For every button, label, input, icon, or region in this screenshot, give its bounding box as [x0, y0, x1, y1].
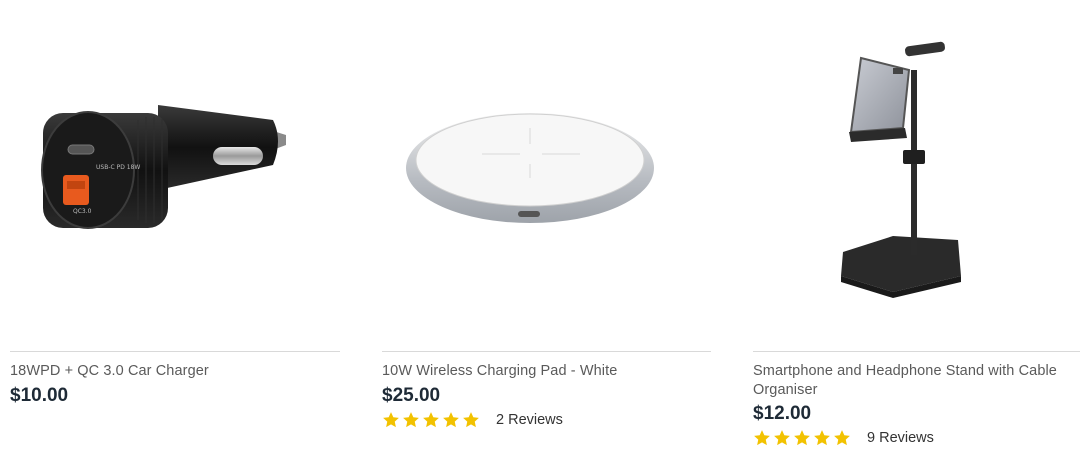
svg-text:QC3.0: QC3.0 — [73, 208, 92, 215]
product-title[interactable]: 10W Wireless Charging Pad - White — [382, 362, 711, 381]
product-card-car-charger[interactable]: USB-C PD 18W QC3.0 18WPD + QC 3.0 Car Ch… — [10, 0, 340, 468]
product-image-link[interactable] — [382, 0, 711, 350]
star-icon — [834, 430, 850, 446]
star-icon — [463, 412, 479, 428]
product-price: $25.00 — [382, 385, 441, 406]
product-card-phone-stand[interactable]: Smartphone and Headphone Stand with Cabl… — [753, 0, 1080, 468]
reviews-link[interactable]: 2 Reviews — [496, 412, 563, 428]
product-image-link[interactable]: USB-C PD 18W QC3.0 — [10, 0, 340, 350]
reviews-link[interactable]: 9 Reviews — [867, 430, 934, 446]
phone-stand-image — [841, 41, 961, 298]
star-icon — [443, 412, 459, 428]
svg-text:USB-C PD 18W: USB-C PD 18W — [96, 164, 140, 171]
product-title[interactable]: 18WPD + QC 3.0 Car Charger — [10, 362, 340, 381]
star-icon — [754, 430, 770, 446]
card-divider — [753, 351, 1080, 352]
star-icon — [383, 412, 399, 428]
star-icon — [814, 430, 830, 446]
product-title[interactable]: Smartphone and Headphone Stand with Cabl… — [753, 362, 1080, 400]
star-icon — [794, 430, 810, 446]
star-rating — [753, 429, 851, 447]
product-rating[interactable]: 9 Reviews — [753, 429, 934, 447]
star-icon — [403, 412, 419, 428]
product-card-wireless-pad[interactable]: 10W Wireless Charging Pad - White $25.00… — [382, 0, 711, 468]
star-icon — [774, 430, 790, 446]
product-image-link[interactable] — [753, 0, 1080, 350]
wireless-charging-pad-image — [406, 113, 654, 223]
product-price: $10.00 — [10, 385, 69, 406]
product-price: $12.00 — [753, 403, 812, 424]
car-charger-image: USB-C PD 18W QC3.0 — [41, 105, 286, 229]
card-divider — [382, 351, 711, 352]
product-rating[interactable]: 2 Reviews — [382, 411, 563, 429]
card-divider — [10, 351, 340, 352]
star-rating — [382, 411, 480, 429]
star-icon — [423, 412, 439, 428]
